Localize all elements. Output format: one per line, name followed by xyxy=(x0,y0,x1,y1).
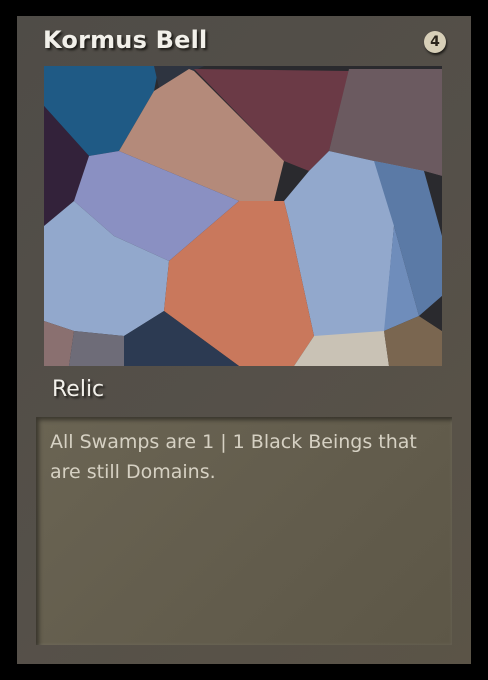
card[interactable]: Kormus Bell 4 Relic All Swamps are 1 | 1… xyxy=(0,0,488,680)
art-cell xyxy=(69,331,124,366)
card-art xyxy=(44,66,442,366)
card-type-line: Relic xyxy=(52,377,105,402)
rules-text: All Swamps are 1 | 1 Black Beings that a… xyxy=(50,431,417,483)
mana-cost-badge: 4 xyxy=(424,31,446,53)
voronoi-abstract-art-icon xyxy=(44,66,442,366)
card-title: Kormus Bell xyxy=(43,26,208,54)
rules-text-box: All Swamps are 1 | 1 Black Beings that a… xyxy=(36,417,452,645)
